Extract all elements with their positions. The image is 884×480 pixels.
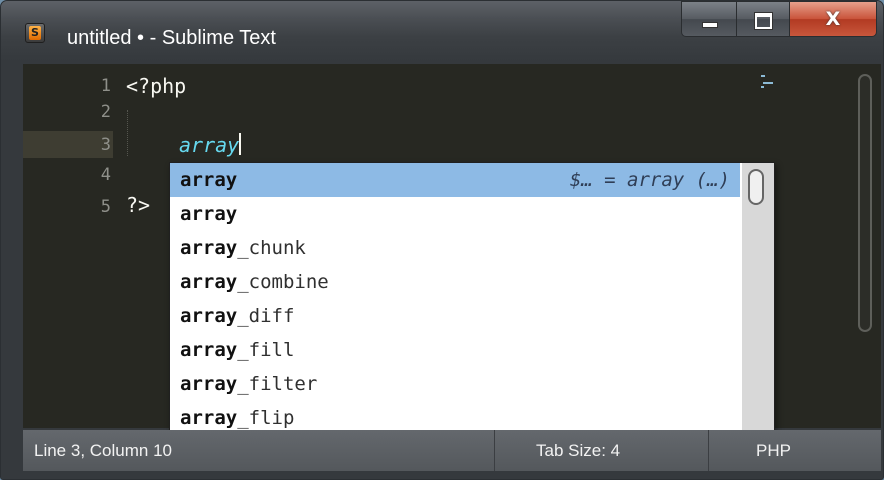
- close-button[interactable]: X: [789, 1, 877, 37]
- maximize-icon: [755, 13, 772, 29]
- status-divider: [708, 430, 709, 471]
- app-icon-letter: S: [29, 26, 41, 40]
- line-number: 5: [100, 197, 111, 217]
- syntax-selector[interactable]: PHP: [756, 441, 791, 461]
- autocomplete-item[interactable]: array_combine: [170, 265, 740, 299]
- app-window: S untitled • - Sublime Text X 1 2 3 4 5 …: [0, 0, 884, 480]
- code-line-5: ?>: [126, 193, 151, 217]
- window-title: untitled • - Sublime Text: [67, 27, 276, 49]
- minimap[interactable]: [761, 74, 773, 88]
- indent-guide: [127, 110, 128, 156]
- tab-size-selector[interactable]: Tab Size: 4: [536, 441, 620, 461]
- autocomplete-item[interactable]: array_diff: [170, 299, 740, 333]
- minimize-icon: [702, 22, 718, 28]
- cursor-position: Line 3, Column 10: [34, 441, 172, 460]
- typed-keyword: array: [179, 133, 240, 157]
- editor-scrollbar[interactable]: [855, 74, 875, 420]
- line-number-gutter: 1 2 3 4 5: [23, 64, 123, 428]
- sublime-app-icon[interactable]: S: [25, 23, 45, 43]
- title-bar[interactable]: S untitled • - Sublime Text X: [1, 1, 883, 63]
- autocomplete-scrollbar[interactable]: [742, 163, 774, 436]
- code-line-3: array: [179, 132, 242, 158]
- line-number: 3: [100, 135, 111, 155]
- scrollbar-thumb[interactable]: [858, 74, 872, 332]
- autocomplete-scroll-thumb[interactable]: [748, 169, 764, 205]
- line-number: 2: [100, 102, 111, 122]
- status-bar: Line 3, Column 10 Tab Size: 4 PHP: [23, 430, 881, 471]
- autocomplete-item[interactable]: array $… = array (…): [170, 163, 740, 197]
- close-icon: X: [825, 8, 841, 30]
- text-caret: [239, 133, 242, 155]
- window-controls: X: [681, 1, 877, 39]
- autocomplete-item[interactable]: array_chunk: [170, 231, 740, 265]
- code-line-1: <?php: [126, 74, 187, 98]
- line-number: 1: [100, 76, 111, 96]
- autocomplete-popup[interactable]: array $… = array (…) array array_chunk ar…: [169, 162, 775, 437]
- completion-hint: $… = array (…): [569, 169, 730, 191]
- autocomplete-item[interactable]: array_filter: [170, 367, 740, 401]
- line-number: 4: [100, 165, 111, 185]
- minimize-button[interactable]: [681, 1, 737, 37]
- autocomplete-item[interactable]: array: [170, 197, 740, 231]
- status-divider: [494, 430, 495, 471]
- autocomplete-item[interactable]: array_fill: [170, 333, 740, 367]
- maximize-button[interactable]: [736, 1, 790, 37]
